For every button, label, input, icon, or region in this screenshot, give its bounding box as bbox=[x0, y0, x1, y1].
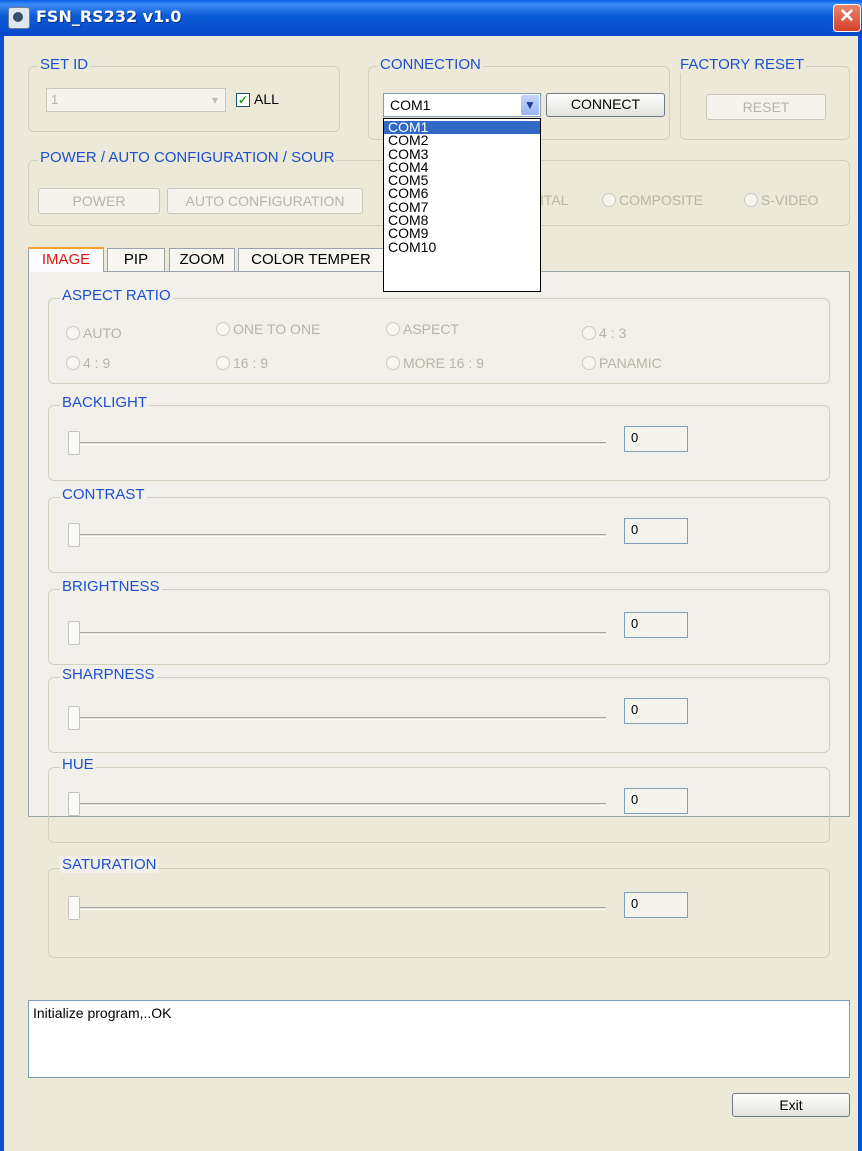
saturation-value[interactable]: 0 bbox=[624, 892, 688, 918]
close-button[interactable]: ✕ bbox=[833, 4, 861, 32]
com-port-value: COM1 bbox=[390, 97, 431, 113]
log-textbox[interactable]: Initialize program,..OK bbox=[28, 1000, 850, 1078]
app-icon bbox=[8, 7, 30, 29]
backlight-label: BACKLIGHT bbox=[60, 394, 150, 411]
hue-slider-thumb[interactable] bbox=[68, 792, 80, 816]
aspect-4-3-radio[interactable]: 4 : 3 bbox=[582, 325, 626, 341]
tab-pip[interactable]: PIP bbox=[107, 248, 165, 271]
brightness-group bbox=[48, 589, 830, 665]
chevron-down-icon[interactable]: ▾ bbox=[207, 91, 223, 109]
hue-slider-track[interactable] bbox=[76, 803, 606, 806]
aspect-ratio-group bbox=[48, 298, 830, 384]
factory-reset-label: FACTORY RESET bbox=[678, 56, 807, 73]
log-text: Initialize program,..OK bbox=[33, 1005, 172, 1021]
sharpness-slider-thumb[interactable] bbox=[68, 706, 80, 730]
aspect-4-9-radio[interactable]: 4 : 9 bbox=[66, 355, 110, 371]
saturation-slider-track[interactable] bbox=[76, 907, 606, 910]
radio-icon bbox=[744, 193, 758, 207]
brightness-label: BRIGHTNESS bbox=[60, 578, 162, 595]
connect-button[interactable]: CONNECT bbox=[546, 93, 665, 117]
tab-color-temperature[interactable]: COLOR TEMPER bbox=[238, 248, 384, 271]
radio-icon bbox=[216, 356, 230, 370]
hue-label: HUE bbox=[60, 756, 96, 773]
source-s-video[interactable]: S-VIDEO bbox=[744, 192, 819, 208]
sharpness-group bbox=[48, 677, 830, 753]
radio-icon bbox=[602, 193, 616, 207]
radio-icon bbox=[216, 322, 230, 336]
tab-image[interactable]: IMAGE bbox=[28, 247, 104, 272]
exit-button[interactable]: Exit bbox=[732, 1093, 850, 1117]
contrast-value[interactable]: 0 bbox=[624, 518, 688, 544]
source-digital[interactable]: ITAL bbox=[540, 192, 569, 208]
auto-configuration-button[interactable]: AUTO CONFIGURATION bbox=[167, 188, 363, 214]
set-id-label: SET ID bbox=[38, 56, 91, 73]
radio-icon bbox=[386, 356, 400, 370]
aspect-one-to-one-radio[interactable]: ONE TO ONE bbox=[216, 321, 320, 337]
aspect-ratio-label: ASPECT RATIO bbox=[60, 287, 173, 304]
power-button[interactable]: POWER bbox=[38, 188, 160, 214]
all-checkbox[interactable]: ✓ bbox=[236, 93, 250, 107]
radio-icon bbox=[582, 326, 596, 340]
set-id-value: 1 bbox=[51, 92, 59, 107]
set-id-combo[interactable]: 1 ▾ bbox=[46, 88, 226, 112]
aspect-aspect-radio[interactable]: ASPECT bbox=[386, 321, 459, 337]
com-option-com10[interactable]: COM10 bbox=[384, 240, 540, 254]
all-label: ALL bbox=[254, 91, 279, 107]
aspect-auto-radio[interactable]: AUTO bbox=[66, 325, 122, 341]
power-group-label: POWER / AUTO CONFIGURATION / SOUR bbox=[38, 149, 337, 166]
radio-icon bbox=[66, 356, 80, 370]
aspect-16-9-radio[interactable]: 16 : 9 bbox=[216, 355, 268, 371]
tab-zoom[interactable]: ZOOM bbox=[169, 248, 235, 271]
backlight-slider-track[interactable] bbox=[76, 442, 606, 445]
sharpness-slider-track[interactable] bbox=[76, 717, 606, 720]
saturation-label: SATURATION bbox=[60, 856, 159, 873]
brightness-slider-track[interactable] bbox=[76, 632, 606, 635]
brightness-value[interactable]: 0 bbox=[624, 612, 688, 638]
contrast-slider-thumb[interactable] bbox=[68, 523, 80, 547]
radio-icon bbox=[386, 322, 400, 336]
backlight-value[interactable]: 0 bbox=[624, 426, 688, 452]
aspect-panamic-radio[interactable]: PANAMIC bbox=[582, 355, 662, 371]
com-port-dropdown-list[interactable]: COM1 COM2 COM3 COM4 COM5 COM6 COM7 COM8 … bbox=[383, 118, 541, 292]
sharpness-value[interactable]: 0 bbox=[624, 698, 688, 724]
hue-value[interactable]: 0 bbox=[624, 788, 688, 814]
saturation-slider-thumb[interactable] bbox=[68, 896, 80, 920]
contrast-label: CONTRAST bbox=[60, 486, 147, 503]
reset-button[interactable]: RESET bbox=[706, 94, 826, 120]
radio-icon bbox=[66, 326, 80, 340]
aspect-more-16-9-radio[interactable]: MORE 16 : 9 bbox=[386, 355, 484, 371]
brightness-slider-thumb[interactable] bbox=[68, 621, 80, 645]
saturation-group bbox=[48, 868, 830, 958]
window-title: FSN_RS232 v1.0 bbox=[36, 7, 182, 26]
chevron-down-icon[interactable]: ▼ bbox=[521, 95, 539, 115]
radio-icon bbox=[582, 356, 596, 370]
source-composite[interactable]: COMPOSITE bbox=[602, 192, 703, 208]
connection-label: CONNECTION bbox=[378, 56, 483, 73]
title-bar[interactable]: FSN_RS232 v1.0 ✕ bbox=[0, 0, 862, 36]
com-port-combo[interactable]: COM1 ▼ bbox=[383, 93, 541, 117]
backlight-slider-thumb[interactable] bbox=[68, 431, 80, 455]
contrast-slider-track[interactable] bbox=[76, 534, 606, 537]
sharpness-label: SHARPNESS bbox=[60, 666, 157, 683]
